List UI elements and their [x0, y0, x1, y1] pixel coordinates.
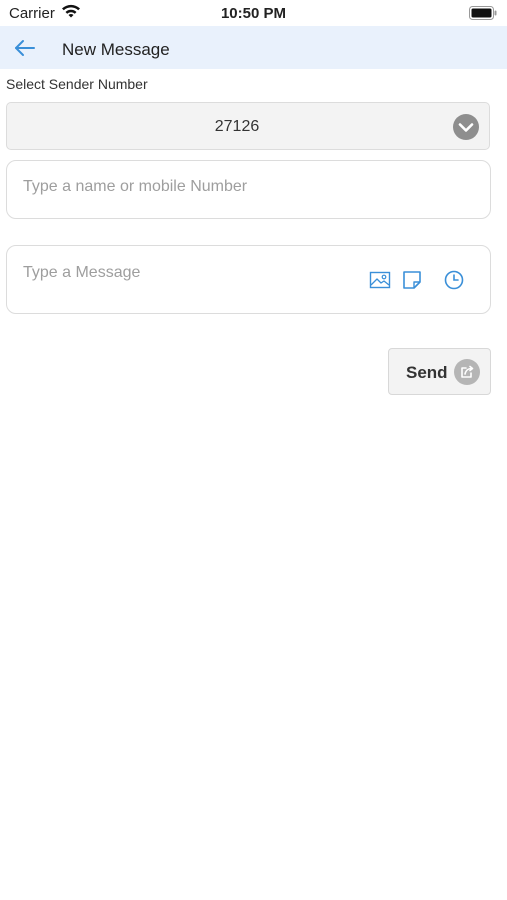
battery-icon — [469, 6, 497, 24]
recipient-placeholder: Type a name or mobile Number — [23, 178, 248, 195]
clock-icon[interactable] — [443, 269, 465, 291]
nav-bar: New Message — [0, 26, 507, 69]
status-bar: Carrier 10:50 PM — [0, 0, 507, 26]
page-title: New Message — [62, 40, 170, 59]
back-button[interactable] — [12, 35, 38, 61]
send-button[interactable]: Send — [388, 348, 491, 395]
message-placeholder: Type a Message — [23, 264, 141, 281]
send-button-label: Send — [406, 363, 448, 382]
sender-number-select[interactable]: 27126 — [6, 102, 490, 150]
chevron-down-icon — [453, 114, 479, 140]
image-icon[interactable] — [369, 269, 391, 291]
sender-number-value: 27126 — [214, 118, 260, 135]
message-input[interactable]: Type a Message — [6, 245, 491, 314]
status-time: 10:50 PM — [220, 5, 287, 22]
send-icon — [454, 359, 480, 385]
recipient-input[interactable]: Type a name or mobile Number — [6, 160, 491, 219]
arrow-left-icon — [12, 40, 38, 65]
sender-number-label: Select Sender Number — [6, 76, 148, 92]
note-icon[interactable] — [401, 269, 423, 291]
